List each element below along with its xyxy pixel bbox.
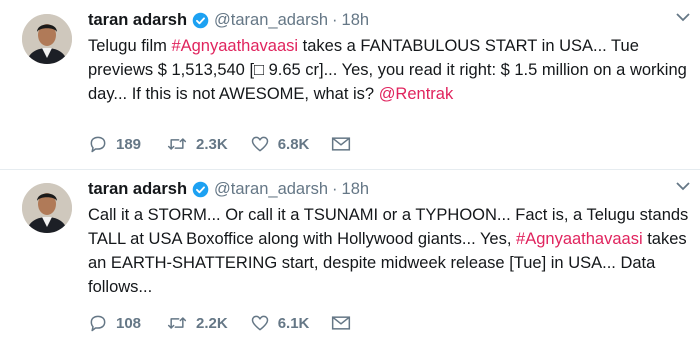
- verified-badge-icon: [192, 181, 209, 197]
- tweet[interactable]: taran adarsh @taran_adarsh · 18h Call it…: [0, 169, 700, 340]
- retweet-button[interactable]: 2.2K: [166, 313, 228, 333]
- avatar-portrait-icon: [22, 183, 72, 233]
- author-handle[interactable]: @taran_adarsh: [214, 180, 328, 199]
- tweet-text-part: Telugu film: [88, 37, 172, 55]
- envelope-icon: [332, 137, 351, 151]
- tweet-actions: 108 2.2K 6.1K: [88, 312, 381, 334]
- retweet-button[interactable]: 2.3K: [166, 134, 228, 154]
- avatar-portrait-icon: [22, 14, 72, 64]
- hashtag-link[interactable]: #Agnyaathavaasi: [516, 230, 643, 248]
- like-button[interactable]: 6.8K: [250, 134, 310, 154]
- tweet-header: taran adarsh @taran_adarsh · 18h: [88, 8, 369, 32]
- hashtag-link[interactable]: #Agnyaathavaasi: [171, 37, 298, 55]
- reply-button[interactable]: 189: [88, 134, 144, 154]
- timestamp[interactable]: 18h: [342, 11, 370, 30]
- reply-count: 189: [116, 135, 142, 153]
- tweet-text: Telugu film #Agnyaathavaasi takes a FANT…: [88, 34, 692, 106]
- reply-icon: [90, 136, 106, 153]
- heart-icon: [251, 136, 268, 152]
- like-button[interactable]: 6.1K: [250, 313, 310, 333]
- retweet-count: 2.3K: [196, 135, 228, 153]
- tweet[interactable]: taran adarsh @taran_adarsh · 18h Telugu …: [0, 0, 700, 169]
- like-count: 6.1K: [277, 314, 310, 332]
- direct-message-button[interactable]: [331, 135, 359, 153]
- author-name[interactable]: taran adarsh: [88, 180, 187, 199]
- chevron-down-icon[interactable]: [676, 181, 690, 191]
- separator-dot: ·: [332, 179, 338, 198]
- reply-count: 108: [116, 314, 142, 332]
- verified-badge-icon: [192, 12, 209, 28]
- separator-dot: ·: [332, 10, 338, 29]
- tweet-header: taran adarsh @taran_adarsh · 18h: [88, 177, 369, 201]
- heart-icon: [251, 315, 268, 331]
- reply-icon: [90, 315, 106, 332]
- avatar[interactable]: [22, 14, 72, 64]
- chevron-down-icon[interactable]: [676, 12, 690, 22]
- reply-button[interactable]: 108: [88, 313, 144, 333]
- like-count: 6.8K: [277, 135, 310, 153]
- retweet-count: 2.2K: [196, 314, 228, 332]
- direct-message-button[interactable]: [331, 314, 359, 332]
- avatar[interactable]: [22, 183, 72, 233]
- author-name[interactable]: taran adarsh: [88, 11, 187, 30]
- tweet-text: Call it a STORM... Or call it a TSUNAMI …: [88, 203, 692, 299]
- mention-link[interactable]: @Rentrak: [379, 85, 454, 103]
- timestamp[interactable]: 18h: [342, 180, 370, 199]
- retweet-icon: [167, 317, 187, 329]
- retweet-icon: [167, 138, 187, 150]
- author-handle[interactable]: @taran_adarsh: [214, 11, 328, 30]
- envelope-icon: [332, 316, 351, 330]
- tweet-actions: 189 2.3K 6.8K: [88, 133, 381, 155]
